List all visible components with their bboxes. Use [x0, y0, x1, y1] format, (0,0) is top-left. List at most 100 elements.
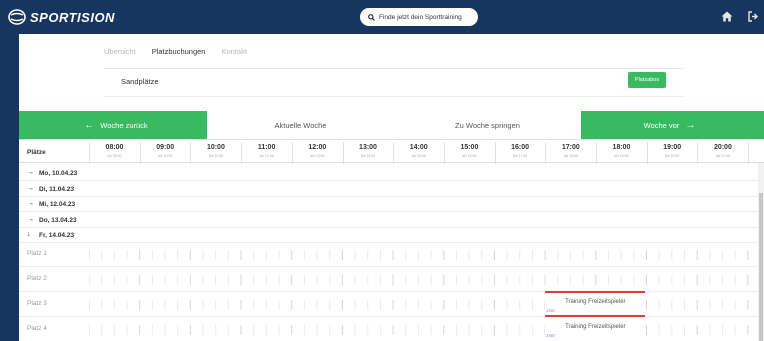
hour-label: 13:00 — [359, 144, 377, 151]
hour-label: 10:00 — [206, 144, 225, 151]
hour-label: 16:00 — [511, 144, 530, 151]
day-label: Do, 13.04.23 — [39, 216, 77, 224]
court-name: Platz 2 — [27, 275, 47, 282]
court-name: Platz 1 — [27, 250, 47, 257]
hour-label: 17:00 — [561, 144, 580, 151]
hour-label: 14:00 — [409, 144, 428, 151]
expand-arrow-icon: → — [27, 200, 34, 207]
booking-block[interactable]: Training Freizeitspieler 27/07 — [545, 315, 646, 341]
slot-grid-lines — [88, 275, 762, 285]
hour-header: 08:00 bis 09:00 — [89, 142, 139, 164]
booking-title: Training Freizeitspieler — [565, 299, 626, 305]
hour-header: 12:00 bis 13:00 — [291, 142, 342, 164]
grid-header: Plätze 08:00 bis 09:00 09:00 bis 10:00 10:00… — [19, 139, 764, 164]
day-row[interactable]: ↓ Fr, 14.04.23 — [19, 228, 764, 243]
platzabos-button[interactable]: Platzabos — [628, 72, 666, 88]
tab-uebersicht[interactable]: Übersicht — [104, 47, 136, 56]
home-icon[interactable] — [721, 11, 733, 22]
logout-icon[interactable] — [748, 11, 758, 22]
hour-header: 14:00 bis 15:00 — [393, 142, 443, 164]
court-name: Platz 4 — [27, 325, 47, 332]
courts-column-label: Plätze — [27, 149, 46, 156]
expand-arrow-icon: ↓ — [27, 231, 31, 238]
hour-header: 10:00 bis 11:00 — [190, 142, 240, 164]
hour-sublabel: bis 18:00 — [563, 154, 578, 158]
day-row[interactable]: → Di, 11.04.23 — [19, 182, 764, 197]
main-panel: Übersicht Platzbuchungen Kontakt Sandplä… — [19, 34, 764, 341]
court-row: Platz 3 Training Freizeitspieler 27/07 — [19, 291, 764, 317]
hour-header: 11:00 bis 12:00 — [241, 142, 291, 164]
day-label: Mi, 12.04.23 — [39, 201, 76, 208]
day-label: Di, 11.04.23 — [39, 185, 75, 193]
hour-sublabel: bis 15:00 — [411, 154, 426, 158]
slot-cells[interactable] — [88, 267, 764, 292]
search-label: Finde jetzt dein Sporttraining — [379, 13, 462, 21]
hour-label: 20:00 — [713, 144, 732, 151]
hour-label: 12:00 — [308, 144, 327, 151]
hour-sublabel: bis 14:00 — [360, 154, 376, 158]
hour-sublabel: bis 19:00 — [614, 154, 629, 158]
court-name: Platz 3 — [27, 300, 47, 307]
expand-arrow-icon: → — [27, 184, 34, 192]
scrollbar-thumb[interactable] — [759, 193, 763, 341]
jump-week-button[interactable]: Zu Woche springen — [394, 111, 581, 139]
hour-header: 15:00 bis 16:00 — [443, 142, 494, 164]
slot-cells[interactable] — [88, 292, 764, 317]
day-row[interactable]: → Mo, 10.04.23 — [19, 166, 764, 181]
hour-sublabel: bis 17:00 — [512, 154, 528, 158]
booking-marker — [545, 291, 646, 293]
expand-arrow-icon: → — [27, 169, 34, 176]
slot-cells[interactable] — [88, 242, 764, 267]
hour-sublabel: bis 21:00 — [715, 154, 730, 158]
hour-sublabel: bis 20:00 — [665, 154, 680, 158]
hour-sublabel: bis 16:00 — [462, 154, 477, 158]
hour-header: 18:00 bis 19:00 — [596, 142, 646, 164]
slot-cells[interactable] — [88, 317, 764, 341]
booking-marker — [545, 315, 646, 317]
arrow-right-icon: → — [685, 119, 696, 131]
court-row: Platz 1 — [19, 242, 764, 267]
brand-name: SPORTISION — [30, 9, 115, 25]
day-row[interactable]: → Mi, 12.04.23 — [19, 197, 764, 212]
week-back-label: Woche zurück — [100, 120, 148, 130]
hour-header: 20:00 bis 21:00 — [697, 142, 747, 164]
divider — [104, 96, 684, 97]
hour-label: 19:00 — [663, 144, 682, 151]
slot-grid-lines — [88, 300, 762, 310]
week-forward-label: Woche vor — [643, 120, 680, 130]
week-navigation: ← Woche zurück Aktuelle Woche Zu Woche s… — [19, 111, 764, 139]
booking-block[interactable]: Training Freizeitspieler 27/07 — [545, 291, 646, 317]
search-pill[interactable]: Finde jetzt dein Sporttraining — [360, 8, 478, 26]
booking-title: Training Freizeitspieler — [565, 324, 626, 330]
week-forward-button[interactable]: Woche vor → — [581, 111, 764, 139]
hour-header: 09:00 bis 10:00 — [139, 142, 190, 164]
hour-label: 11:00 — [257, 144, 276, 151]
hour-header: 13:00 bis 14:00 — [342, 142, 393, 164]
tab-platzbuchungen[interactable]: Platzbuchungen — [152, 47, 206, 56]
search-icon — [368, 13, 375, 21]
day-row[interactable]: → Do, 13.04.23 — [19, 213, 764, 228]
hour-label: 18:00 — [612, 144, 631, 151]
hour-sublabel: bis 11:00 — [208, 154, 223, 158]
venue-title: Sandplätze — [121, 77, 159, 86]
brand-logo[interactable]: SPORTISION — [8, 9, 115, 25]
hour-sublabel: bis 13:00 — [310, 154, 325, 158]
booking-subtext: 27/07 — [546, 334, 556, 338]
current-week-button[interactable]: Aktuelle Woche — [207, 111, 394, 139]
hour-header: 19:00 bis 20:00 — [646, 142, 697, 164]
section-tabs: Übersicht Platzbuchungen Kontakt — [104, 47, 263, 56]
week-back-button[interactable]: ← Woche zurück — [19, 111, 207, 139]
hour-sublabel: bis 10:00 — [158, 154, 173, 158]
divider — [104, 68, 684, 69]
court-row: Platz 4 Training Freizeitspieler 27/07 — [19, 315, 764, 341]
slot-grid-lines — [88, 250, 762, 260]
booking-subtext: 27/07 — [546, 309, 556, 313]
vertical-scrollbar[interactable] — [758, 163, 764, 341]
hour-header: 2 — [748, 142, 764, 164]
day-label: Fr, 14.04.23 — [39, 232, 75, 239]
day-label: Mo, 10.04.23 — [39, 170, 78, 177]
arrow-left-icon: ← — [84, 119, 95, 131]
sportision-logo-icon — [8, 9, 26, 25]
tab-kontakt[interactable]: Kontakt — [221, 47, 246, 56]
hour-sublabel: bis 12:00 — [259, 154, 274, 158]
